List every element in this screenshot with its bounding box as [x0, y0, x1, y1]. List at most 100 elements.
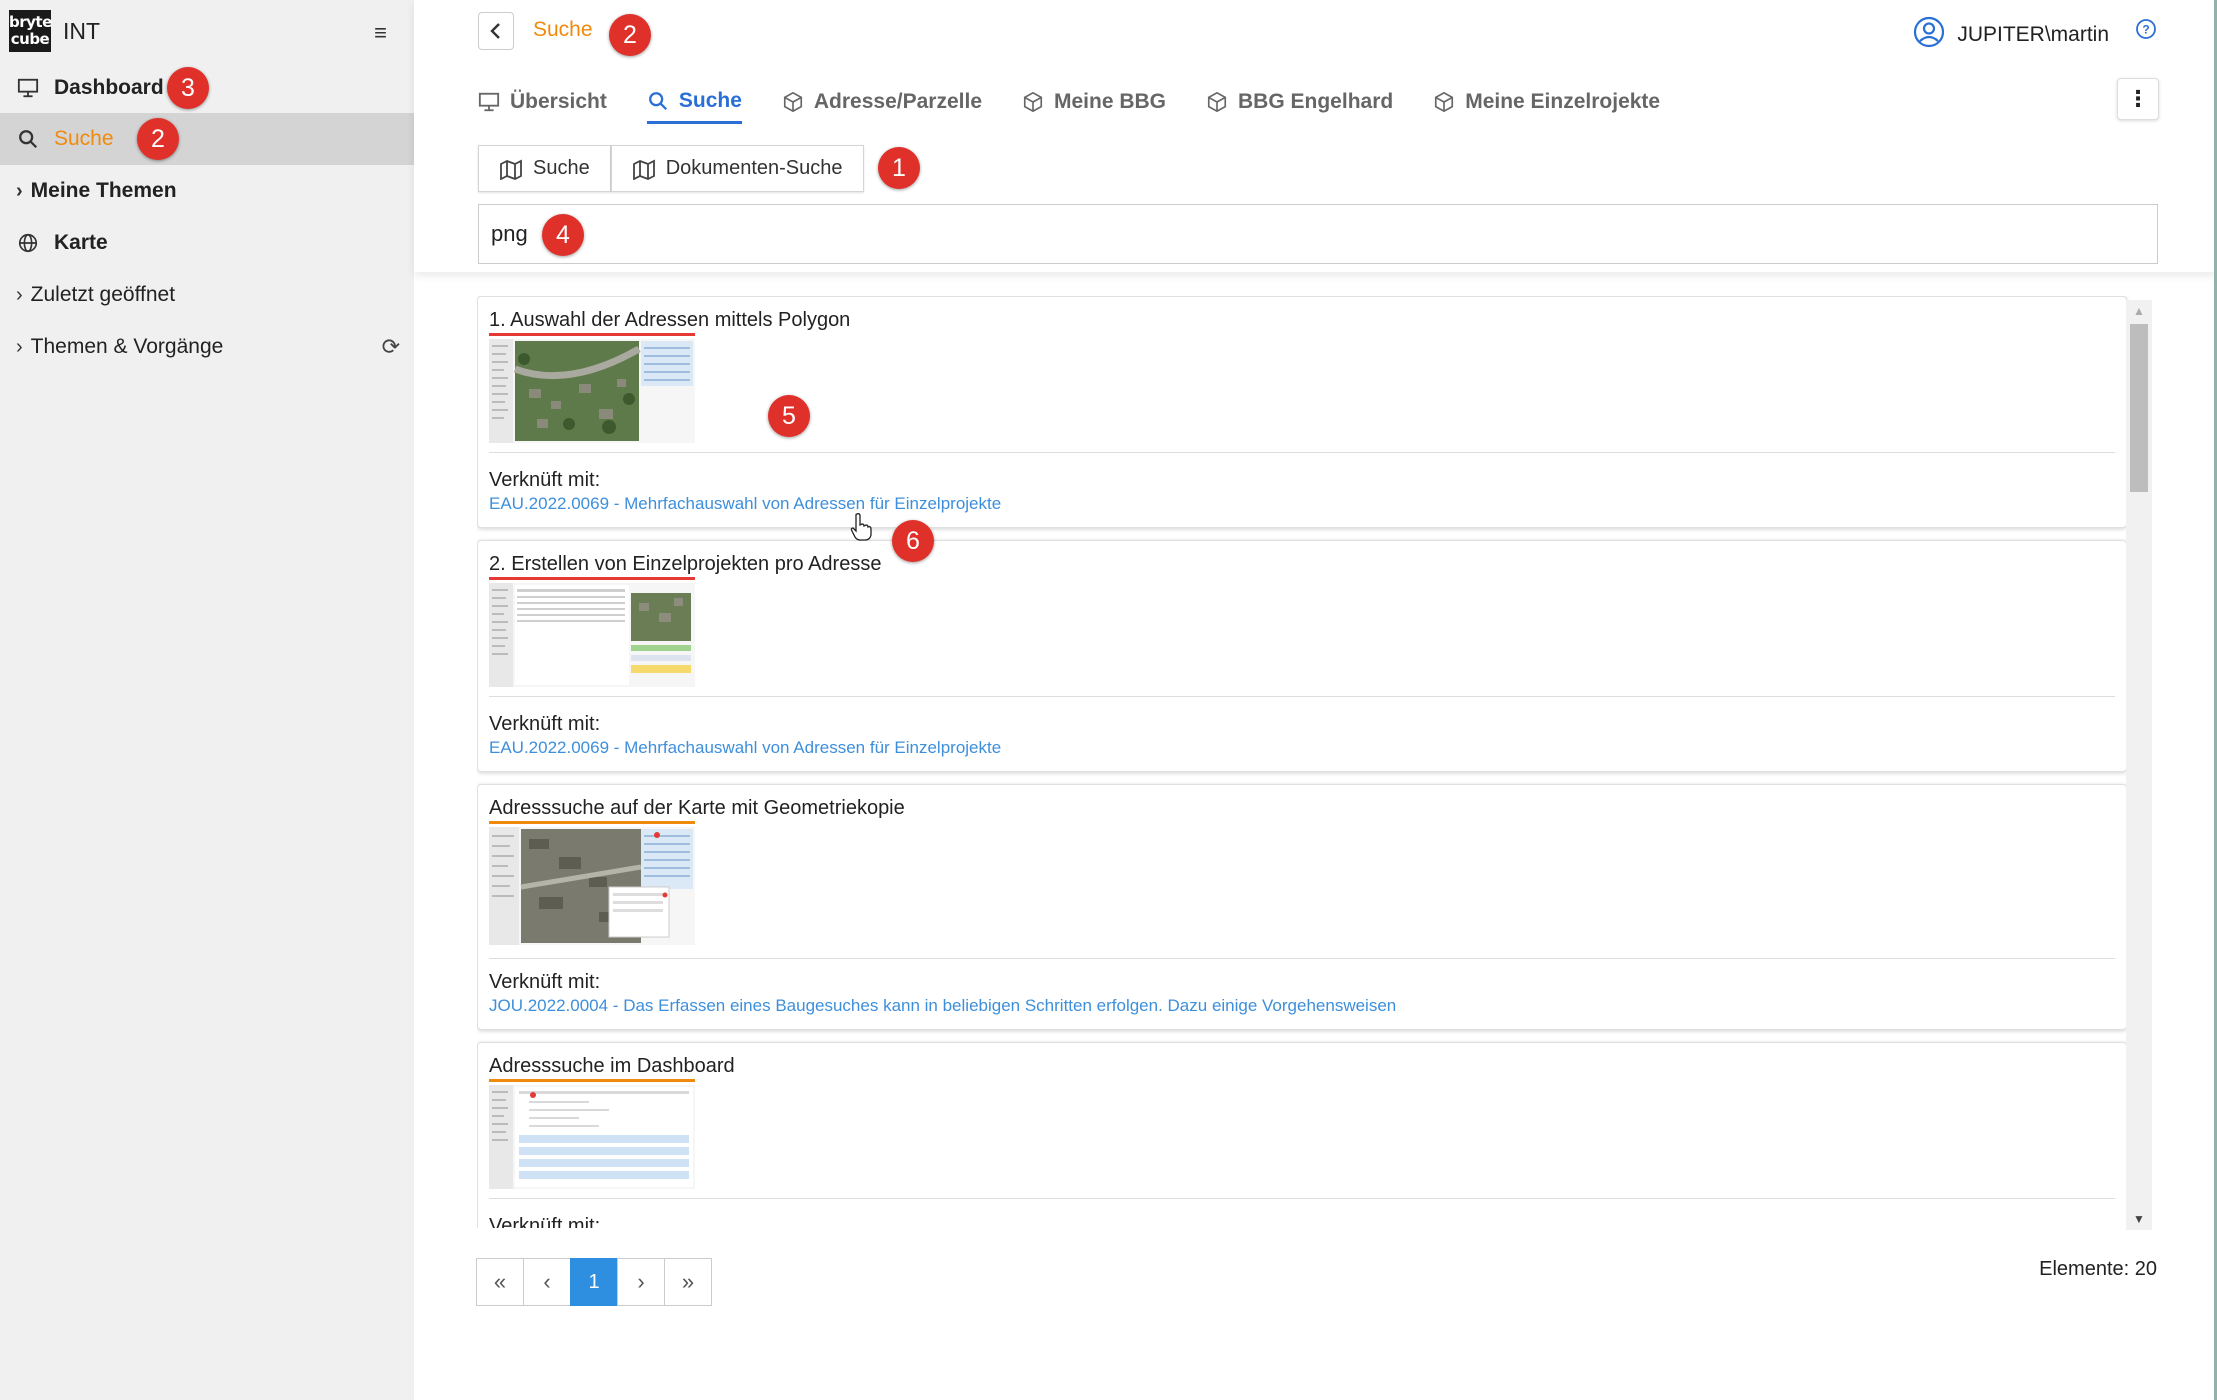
map-icon — [499, 158, 523, 180]
logo-text: bryte cube — [9, 13, 52, 48]
search-input[interactable]: png — [478, 204, 2158, 264]
sidebar-item-zuletzt-geoeffnet[interactable]: › Zuletzt geöffnet — [0, 269, 414, 321]
app-name: INT — [63, 17, 101, 44]
annotation-badge: 3 — [167, 67, 209, 109]
tab-label: Übersicht — [510, 90, 607, 113]
linked-link[interactable]: EAU.2022.0069 - Mehrfachauswahl von Adre… — [489, 494, 1001, 514]
card-divider — [489, 1198, 2115, 1199]
double-chevron-right-icon: » — [681, 1269, 695, 1294]
monitor-icon — [16, 76, 40, 100]
first-page-button[interactable]: « — [476, 1258, 524, 1306]
chevron-left-icon — [490, 23, 500, 39]
page-title: Suche — [533, 18, 593, 41]
tab-label: Suche — [678, 88, 742, 112]
result-accent-line — [489, 333, 695, 336]
result-title: 1. Auswahl der Adressen mittels Polygon — [489, 309, 851, 331]
pagination: « ‹ 1 › » — [476, 1258, 712, 1306]
result-card[interactable]: 2. Erstellen von Einzelprojekten pro Adr… — [477, 540, 2127, 772]
cube-icon — [1433, 91, 1455, 113]
sidebar-item-label: Suche — [54, 127, 114, 150]
hand-cursor-icon — [850, 512, 872, 547]
prev-page-button[interactable]: ‹ — [523, 1258, 571, 1306]
card-divider — [489, 696, 2115, 697]
cube-icon — [1206, 91, 1228, 113]
scroll-thumb[interactable] — [2130, 324, 2148, 492]
tab-uebersicht[interactable]: Übersicht — [478, 80, 607, 124]
tab-meine-bbg[interactable]: Meine BBG — [1022, 80, 1166, 124]
refresh-icon[interactable]: ⟳ — [382, 334, 400, 360]
page-header: Suche JUPITER\martin ? Übersicht Suche A… — [414, 0, 2217, 272]
subtab-dokumenten-suche[interactable]: Dokumenten-Suche — [610, 145, 864, 192]
sidebar-header: bryte cube INT ≡ — [9, 10, 405, 52]
sidebar-item-label: Meine Themen — [30, 179, 177, 202]
search-mode-tabs: Suche Dokumenten-Suche — [478, 145, 864, 192]
sidebar-item-karte[interactable]: Karte — [0, 217, 414, 269]
tab-bar: Übersicht Suche Adresse/Parzelle Meine B… — [478, 80, 1700, 128]
more-options-button[interactable]: ⋮ — [2117, 78, 2159, 120]
card-divider — [489, 958, 2115, 959]
tab-suche[interactable]: Suche — [646, 80, 742, 124]
svg-text:?: ? — [2142, 23, 2149, 37]
subtab-suche[interactable]: Suche — [478, 145, 611, 192]
chevron-right-icon: › — [16, 335, 23, 358]
sidebar-item-themen-vorgaenge[interactable]: › Themen & Vorgänge ⟳ — [0, 321, 414, 373]
sidebar-item-meine-themen[interactable]: › Meine Themen — [0, 165, 414, 217]
result-card[interactable]: Adresssuche im Dashboard Verknüft mit: — [477, 1042, 2127, 1228]
sidebar: bryte cube INT ≡ Dashboard Suche › Meine… — [0, 0, 414, 1400]
sidebar-item-label: Karte — [54, 231, 108, 254]
linked-label: Verknüft mit: — [489, 1215, 601, 1228]
scroll-down-icon[interactable]: ▼ — [2126, 1208, 2152, 1230]
user-circle-icon — [1913, 16, 1945, 54]
result-thumbnail[interactable] — [489, 339, 695, 443]
result-title: 2. Erstellen von Einzelprojekten pro Adr… — [489, 553, 882, 575]
tab-bbg-engelhard[interactable]: BBG Engelhard — [1206, 80, 1393, 124]
user-menu[interactable]: JUPITER\martin — [1913, 16, 2109, 54]
linked-link[interactable]: EAU.2022.0069 - Mehrfachauswahl von Adre… — [489, 738, 1001, 758]
hamburger-menu-icon[interactable]: ≡ — [374, 20, 387, 46]
results-list: 1. Auswahl der Adressen mittels Polygon … — [477, 296, 2157, 1228]
user-name: JUPITER\martin — [1957, 23, 2109, 46]
chevron-right-icon: › — [637, 1269, 645, 1294]
back-button[interactable] — [478, 12, 514, 50]
card-divider — [489, 452, 2115, 453]
annotation-badge: 2 — [609, 14, 651, 56]
search-input-value: png — [491, 221, 528, 246]
annotation-badge: 1 — [878, 147, 920, 189]
map-icon — [632, 158, 656, 180]
double-chevron-left-icon: « — [493, 1269, 507, 1294]
last-page-button[interactable]: » — [664, 1258, 712, 1306]
help-icon[interactable]: ? — [2135, 18, 2157, 45]
tab-label: Adresse/Parzelle — [813, 90, 982, 113]
page-1-button[interactable]: 1 — [570, 1258, 618, 1306]
sidebar-item-suche[interactable]: Suche — [0, 113, 414, 165]
subtab-label: Suche — [533, 157, 590, 179]
search-icon — [647, 90, 669, 112]
page-number: 1 — [588, 1270, 600, 1293]
tab-label: Meine Einzelrojekte — [1465, 90, 1661, 113]
result-title: Adresssuche auf der Karte mit Geometriek… — [489, 797, 905, 819]
linked-link[interactable]: JOU.2022.0004 - Das Erfassen eines Bauge… — [489, 996, 1396, 1016]
cube-icon — [1022, 91, 1044, 113]
annotation-badge: 6 — [892, 520, 934, 562]
results-scrollbar[interactable]: ▲ ▼ — [2126, 300, 2152, 1230]
result-thumbnail[interactable] — [489, 827, 695, 945]
element-count: Elemente: 20 — [2039, 1258, 2157, 1280]
result-thumbnail[interactable] — [489, 583, 695, 687]
linked-label: Verknüft mit: — [489, 971, 601, 993]
next-page-button[interactable]: › — [617, 1258, 665, 1306]
globe-icon — [16, 231, 40, 255]
result-card[interactable]: Adresssuche auf der Karte mit Geometriek… — [477, 784, 2127, 1030]
result-card[interactable]: 1. Auswahl der Adressen mittels Polygon … — [477, 296, 2127, 528]
vertical-dots-icon: ⋮ — [2127, 86, 2149, 111]
chevron-right-icon: › — [16, 179, 23, 202]
result-title: Adresssuche im Dashboard — [489, 1055, 735, 1077]
result-accent-line — [489, 821, 695, 824]
result-thumbnail[interactable] — [489, 1085, 695, 1189]
monitor-icon — [478, 91, 500, 113]
subtab-label: Dokumenten-Suche — [665, 157, 843, 179]
tab-meine-einzelrojekte[interactable]: Meine Einzelrojekte — [1433, 80, 1660, 124]
brytecube-logo: bryte cube — [9, 10, 52, 52]
annotation-badge: 5 — [768, 395, 810, 437]
scroll-up-icon[interactable]: ▲ — [2126, 300, 2152, 322]
tab-adresse-parzelle[interactable]: Adresse/Parzelle — [782, 80, 982, 124]
